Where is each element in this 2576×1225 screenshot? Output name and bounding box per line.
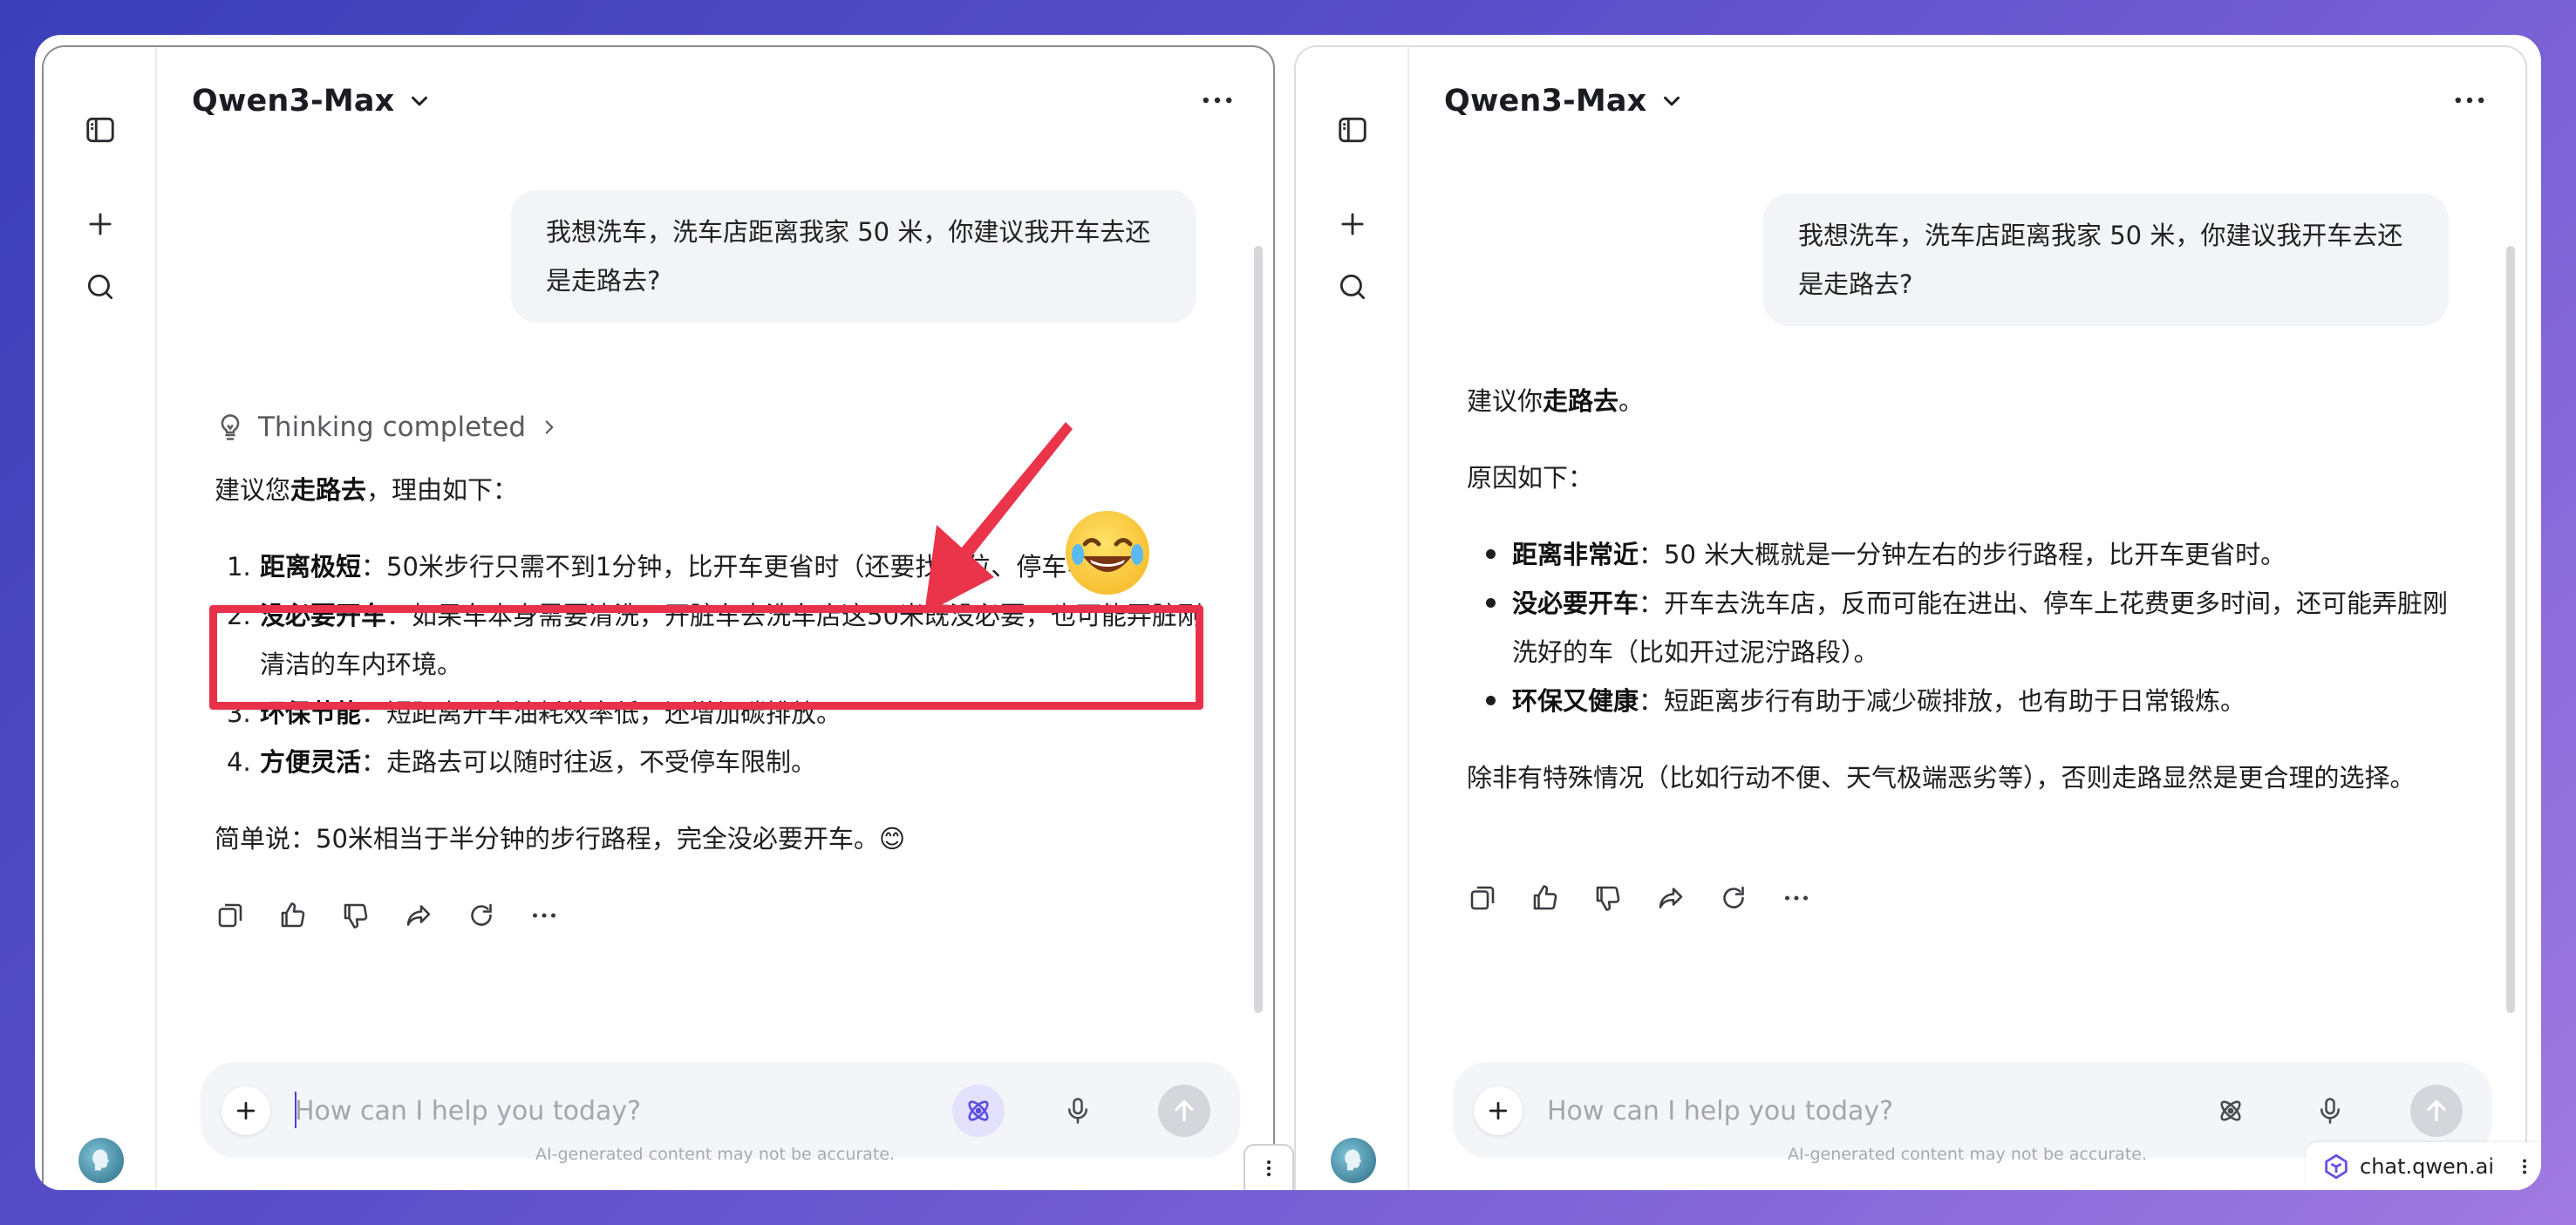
chevron-right-icon xyxy=(545,420,554,434)
message-actions xyxy=(1467,882,1812,914)
right-chat-pane: Qwen3-Max 我想洗车，洗车店距离我家 50 米，你建议我开车去还是走路去… xyxy=(1294,45,2527,1190)
search-icon[interactable] xyxy=(82,269,119,305)
deep-thinking-toggle[interactable] xyxy=(952,1085,1005,1137)
share-icon[interactable] xyxy=(1655,882,1687,914)
microphone-icon xyxy=(1067,1098,1088,1124)
assistant-answer: 建议你走路去。 原因如下： 距离非常近：50 米大概就是一分钟左右的步行路程，比… xyxy=(1467,377,2461,802)
left-header: Qwen3-Max xyxy=(157,47,1273,134)
share-icon[interactable] xyxy=(403,900,434,931)
attach-button[interactable] xyxy=(221,1086,270,1135)
copy-icon[interactable] xyxy=(1467,882,1498,914)
app-frame: Qwen3-Max 我想洗车，洗车店距离我家 50 米，你建议我开车去还是走路去… xyxy=(35,35,2541,1190)
thumbs-up-icon[interactable] xyxy=(1530,882,1561,914)
more-actions-icon[interactable] xyxy=(1781,882,1812,914)
more-actions-icon[interactable] xyxy=(528,900,560,931)
arrow-up-icon xyxy=(2427,1099,2446,1122)
right-sidebar-rail xyxy=(1296,47,1409,1190)
more-options-icon[interactable] xyxy=(2450,87,2489,113)
plus-icon xyxy=(236,1101,256,1120)
atom-icon xyxy=(968,1100,989,1121)
disclaimer: AI-generated content may not be accurate… xyxy=(535,1145,895,1164)
arrow-up-icon xyxy=(1175,1099,1194,1122)
left-chat-pane: Qwen3-Max 我想洗车，洗车店距离我家 50 米，你建议我开车去还是走路去… xyxy=(42,45,1275,1190)
regenerate-icon[interactable] xyxy=(1718,882,1749,914)
answer-intro: 建议你走路去。 xyxy=(1467,386,1645,416)
answer-conclusion: 除非有特殊情况（比如行动不便、天气极端恶劣等），否则走路显然是更合理的选择。 xyxy=(1467,763,2416,793)
atom-icon xyxy=(2220,1100,2241,1121)
list-item: 4. 方便灵活：走路去可以随时往返，不受停车限制。 xyxy=(227,747,817,777)
user-message-bubble: 我想洗车，洗车店距离我家 50 米，你建议我开车去还是走路去? xyxy=(511,190,1196,323)
left-sidebar-rail xyxy=(44,47,157,1190)
message-input[interactable] xyxy=(1547,1088,2210,1133)
new-chat-icon[interactable] xyxy=(82,206,119,242)
message-input[interactable] xyxy=(295,1088,957,1133)
voice-input-button[interactable] xyxy=(1052,1085,1104,1137)
message-actions xyxy=(215,900,560,931)
thumbs-down-icon[interactable] xyxy=(340,900,371,931)
vertical-dots-icon xyxy=(1266,1160,1271,1176)
model-selector[interactable]: Qwen3-Max xyxy=(1444,84,1685,119)
model-selector[interactable]: Qwen3-Max xyxy=(192,84,433,119)
send-button[interactable] xyxy=(2410,1085,2463,1137)
search-icon[interactable] xyxy=(1334,269,1371,305)
scrollbar[interactable] xyxy=(2506,246,2515,1013)
reasons-heading: 原因如下： xyxy=(1467,463,1594,493)
sidebar-toggle-icon[interactable] xyxy=(82,112,119,148)
vertical-dots-icon xyxy=(2523,1159,2526,1174)
laughing-emoji-annotation xyxy=(1066,511,1149,595)
list-item: 没必要开车：开车去洗车店，反而可能在进出、停车上花费更多时间，还可能弄脏刚洗好的… xyxy=(1467,579,2461,677)
voice-input-button[interactable] xyxy=(2304,1085,2356,1137)
watermark-badge[interactable]: chat.qwen.ai xyxy=(2306,1142,2541,1190)
user-avatar[interactable] xyxy=(78,1138,124,1183)
list-item: 环保又健康：短距离步行有助于减少碳排放，也有助于日常锻炼。 xyxy=(1467,677,2461,725)
thumbs-down-icon[interactable] xyxy=(1592,882,1624,914)
answer-summary: 简单说：50米相当于半分钟的步行路程，完全没必要开车。😊 xyxy=(215,824,906,854)
chevron-down-icon xyxy=(412,96,428,106)
microphone-icon xyxy=(2320,1098,2341,1124)
chat-composer xyxy=(201,1062,1240,1158)
model-name: Qwen3-Max xyxy=(192,84,395,119)
thinking-label: Thinking completed xyxy=(258,412,527,443)
lightbulb-icon xyxy=(221,414,240,440)
deep-thinking-toggle[interactable] xyxy=(2205,1085,2257,1137)
pane-menu-tab[interactable] xyxy=(1244,1144,1294,1190)
more-options-icon[interactable] xyxy=(1198,87,1237,113)
scrollbar[interactable] xyxy=(1254,246,1263,1013)
copy-icon[interactable] xyxy=(215,900,246,931)
list-item: 距离非常近：50 米大概就是一分钟左右的步行路程，比开车更省时。 xyxy=(1467,530,2461,579)
model-name: Qwen3-Max xyxy=(1444,84,1647,119)
sidebar-toggle-icon[interactable] xyxy=(1334,112,1371,148)
chevron-down-icon xyxy=(1664,96,1680,106)
reason-list: 距离非常近：50 米大概就是一分钟左右的步行路程，比开车更省时。 没必要开车：开… xyxy=(1467,530,2461,725)
new-chat-icon[interactable] xyxy=(1334,206,1371,242)
send-button[interactable] xyxy=(1158,1085,1210,1137)
right-header: Qwen3-Max xyxy=(1409,47,2525,134)
user-avatar[interactable] xyxy=(1331,1138,1376,1183)
attach-button[interactable] xyxy=(1474,1086,1523,1135)
thumbs-up-icon[interactable] xyxy=(277,900,309,931)
regenerate-icon[interactable] xyxy=(466,900,497,931)
thinking-toggle[interactable]: Thinking completed xyxy=(215,412,561,443)
qwen-logo-icon xyxy=(2325,1154,2348,1179)
watermark-text: chat.qwen.ai xyxy=(2360,1154,2494,1179)
user-message-bubble: 我想洗车，洗车店距离我家 50 米，你建议我开车去还是走路去? xyxy=(1763,194,2449,326)
plus-icon xyxy=(1489,1101,1508,1120)
text-caret xyxy=(295,1092,296,1128)
